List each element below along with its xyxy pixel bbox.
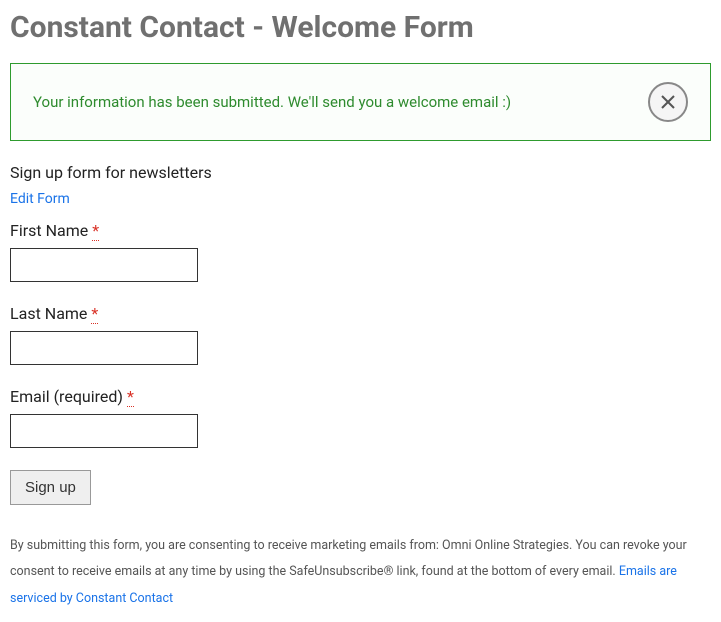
page-title: Constant Contact - Welcome Form [10, 10, 711, 45]
last-name-group: Last Name * [10, 304, 711, 365]
first-name-label-text: First Name [10, 221, 88, 240]
disclaimer-text: By submitting this form, you are consent… [10, 533, 711, 612]
email-input[interactable] [10, 414, 198, 448]
required-mark: * [91, 304, 98, 324]
disclaimer-body: By submitting this form, you are consent… [10, 538, 687, 579]
last-name-label: Last Name * [10, 304, 711, 323]
first-name-input[interactable] [10, 248, 198, 282]
form-intro-text: Sign up form for newsletters [10, 163, 711, 182]
email-label: Email (required) * [10, 387, 711, 406]
close-alert-button[interactable] [648, 82, 688, 122]
last-name-input[interactable] [10, 331, 198, 365]
success-alert: Your information has been submitted. We'… [10, 63, 711, 141]
email-label-text: Email (required) [10, 387, 123, 406]
close-icon [661, 95, 675, 109]
first-name-label: First Name * [10, 221, 711, 240]
required-mark: * [127, 387, 134, 407]
required-mark: * [92, 221, 99, 241]
email-group: Email (required) * [10, 387, 711, 448]
signup-button[interactable]: Sign up [10, 470, 91, 505]
last-name-label-text: Last Name [10, 304, 87, 323]
first-name-group: First Name * [10, 221, 711, 282]
edit-form-link[interactable]: Edit Form [10, 191, 70, 207]
alert-message: Your information has been submitted. We'… [33, 93, 511, 111]
